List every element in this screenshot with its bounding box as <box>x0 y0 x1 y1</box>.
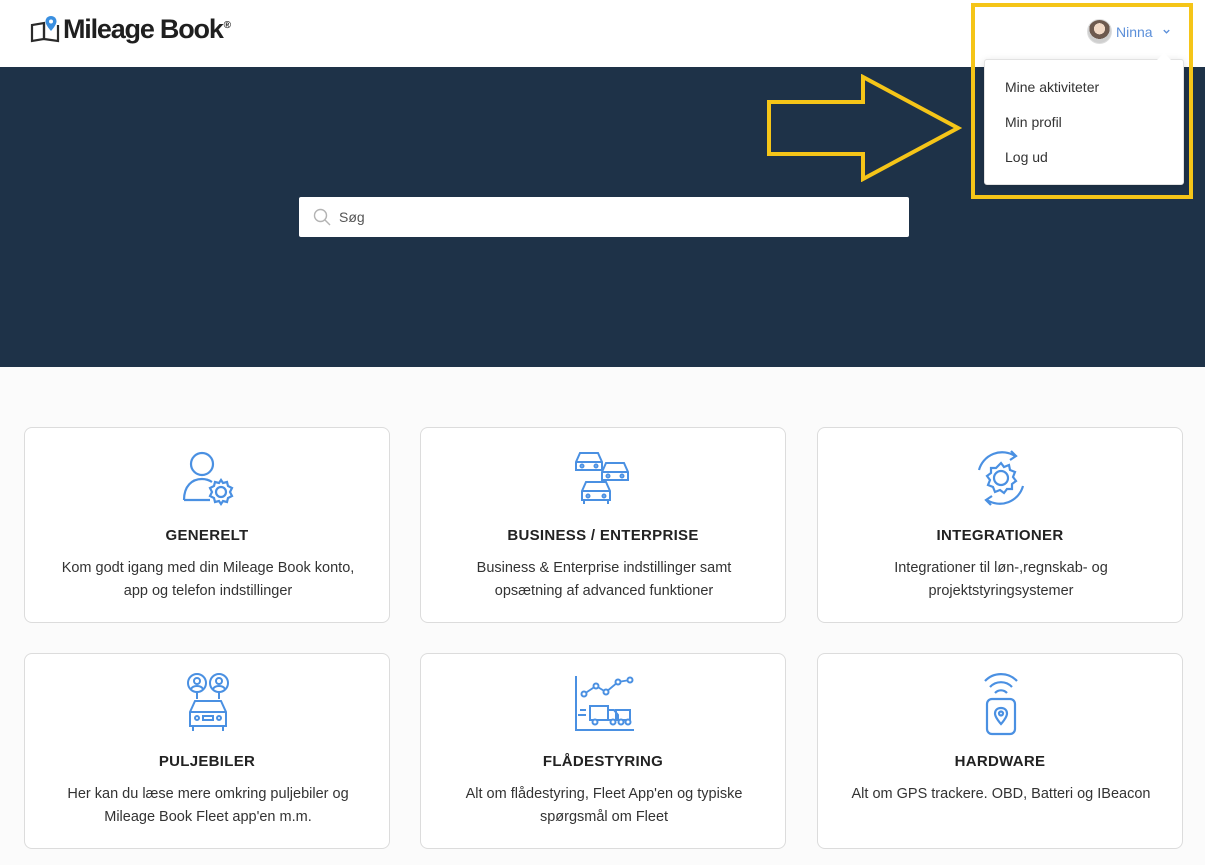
fleet-chart-icon <box>575 676 634 731</box>
category-card-generelt[interactable]: GENERELT Kom godt igang med din Mileage … <box>24 427 390 623</box>
card-title: INTEGRATIONER <box>936 527 1064 544</box>
card-description: Integrationer til løn-,regnskab- og proj… <box>894 560 1108 599</box>
card-title: BUSINESS / ENTERPRISE <box>507 527 699 544</box>
card-title: PULJEBILER <box>158 753 256 770</box>
category-card-hardware[interactable]: HARDWARE Alt om GPS trackere. OBD, Batte… <box>817 653 1183 849</box>
card-description: Alt om GPS trackere. OBD, Batteri og IBe… <box>851 786 1151 802</box>
category-card-puljebiler[interactable]: PULJEBILER Her kan du læse mere omkring … <box>24 653 390 849</box>
user-settings-icon <box>182 451 234 506</box>
logo-text: Mileage Book® <box>63 13 231 44</box>
category-card-business-enterprise[interactable]: BUSINESS / ENTERPRISE Business & Enterpr… <box>420 427 786 623</box>
card-title: FLÅDESTYRING <box>542 753 664 770</box>
card-title: GENERELT <box>165 527 249 544</box>
card-description: Alt om flådestyring, Fleet App'en og typ… <box>465 786 743 825</box>
category-card-integrationer[interactable]: INTEGRATIONER Integrationer til løn-,reg… <box>817 427 1183 623</box>
card-description: Her kan du læse mere omkring puljebiler … <box>67 786 349 825</box>
search-icon <box>313 208 331 226</box>
search-bar[interactable] <box>299 197 909 237</box>
cars-fleet-icon <box>575 452 629 504</box>
card-title: HARDWARE <box>954 753 1046 770</box>
search-input[interactable] <box>339 199 899 235</box>
gps-tracker-icon <box>984 673 1018 736</box>
category-card-fladestyring[interactable]: FLÅDESTYRING Alt om flådestyring, Fleet … <box>420 653 786 849</box>
logo[interactable]: Mileage Book® <box>30 12 231 46</box>
shared-car-icon <box>187 673 229 731</box>
annotation-highlight-box <box>971 3 1193 199</box>
sync-gear-icon <box>977 450 1025 506</box>
card-description: Kom godt igang med din Mileage Book kont… <box>61 560 355 599</box>
book-location-icon <box>30 16 60 43</box>
annotation-arrow <box>767 74 962 182</box>
card-description: Business & Enterprise indstillinger samt… <box>476 560 732 599</box>
